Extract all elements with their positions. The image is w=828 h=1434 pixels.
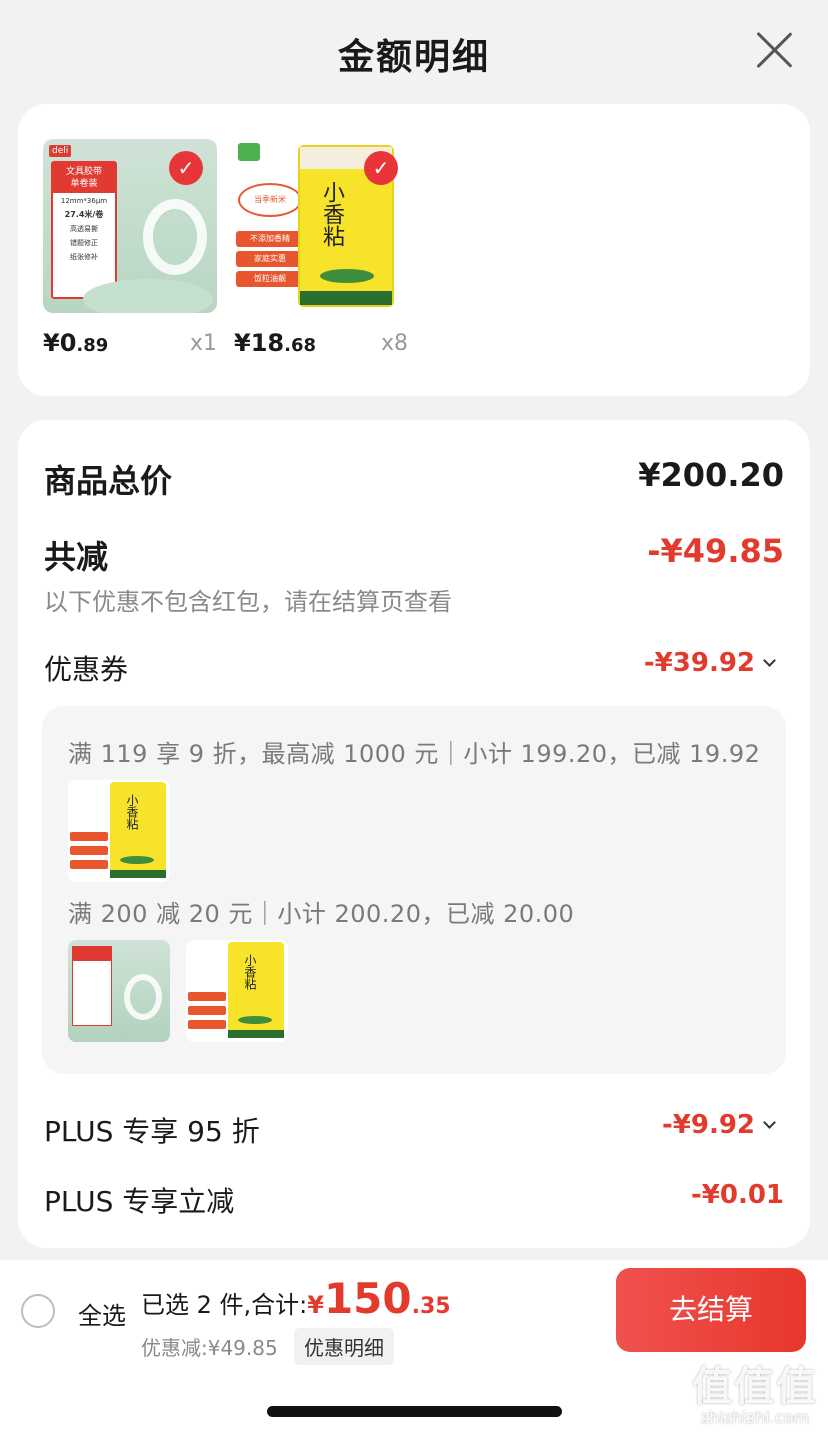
plus95-label: PLUS 专享 95 折 bbox=[44, 1115, 260, 1148]
product-item-rice[interactable]: 当季新米 不添加香精 家庭实惠 饭粒油靓 小香粘 ✓ ¥18.68 x8 bbox=[234, 139, 408, 357]
watermark: 值值值 zhizhizhi.com bbox=[692, 1364, 818, 1427]
product-qty: x8 bbox=[380, 331, 408, 356]
plus-reduce-label: PLUS 专享立减 bbox=[44, 1185, 235, 1218]
coupon-product-tape bbox=[68, 940, 170, 1042]
reduce-label: 共减 bbox=[44, 538, 109, 576]
product-qty: x1 bbox=[189, 331, 217, 356]
green-food-logo bbox=[238, 143, 260, 161]
plus-reduce-value: -¥0.01 bbox=[690, 1180, 784, 1210]
discount-summary: 优惠减:¥49.85 bbox=[141, 1336, 278, 1360]
select-all-checkbox[interactable] bbox=[21, 1294, 55, 1328]
reduce-note: 以下优惠不包含红包，请在结算页查看 bbox=[44, 588, 452, 616]
products-card: deli 文具胶带 单卷装 12mm*36μm 27.4米/卷 高透易撕 错题修正… bbox=[18, 104, 810, 396]
check-icon: ✓ bbox=[364, 151, 398, 185]
checkout-button[interactable]: 去结算 bbox=[616, 1268, 806, 1352]
close-icon[interactable] bbox=[754, 30, 794, 70]
product-image-tape: deli 文具胶带 单卷装 12mm*36μm 27.4米/卷 高透易撕 错题修正… bbox=[43, 139, 217, 313]
price-detail-card: 商品总价 ¥200.20 共减 -¥49.85 以下优惠不包含红包，请在结算页查… bbox=[18, 420, 810, 1248]
total-price-value: ¥200.20 bbox=[638, 456, 784, 494]
coupon-rule: 满 200 减 20 元｜小计 200.20，已减 20.00 bbox=[68, 900, 575, 928]
amount-detail-sheet: 金额明细 deli 文具胶带 单卷装 12mm*36μm 27.4米/卷 高透易撕… bbox=[0, 0, 828, 1260]
plus95-value: -¥9.92 bbox=[662, 1110, 776, 1140]
brand-logo: deli bbox=[49, 145, 72, 157]
chevron-down-icon bbox=[763, 1116, 776, 1129]
product-price: ¥18.68 bbox=[234, 329, 316, 357]
coupon-label: 优惠券 bbox=[44, 653, 129, 686]
coupon-rule: 满 119 享 9 折，最高减 1000 元｜小计 199.20，已减 19.9… bbox=[68, 740, 761, 768]
product-item-tape[interactable]: deli 文具胶带 单卷装 12mm*36μm 27.4米/卷 高透易撕 错题修正… bbox=[43, 139, 217, 357]
select-all-label[interactable]: 全选 bbox=[78, 1296, 126, 1331]
tape-package-label: 文具胶带 单卷装 12mm*36μm 27.4米/卷 高透易撕 错题修正 纸张修补 bbox=[51, 161, 117, 299]
home-indicator bbox=[267, 1406, 562, 1417]
coupon-breakdown: 满 119 享 9 折，最高减 1000 元｜小计 199.20，已减 19.9… bbox=[42, 706, 786, 1074]
total-amount: 150 bbox=[323, 1274, 412, 1323]
coupon-product-rice: 小香粘 bbox=[186, 940, 288, 1042]
sheet-title: 金额明细 bbox=[337, 37, 490, 78]
coupon-product-rice: 小香粘 bbox=[68, 780, 170, 882]
rice-badge: 当季新米 bbox=[238, 183, 302, 217]
total-price-label: 商品总价 bbox=[44, 462, 173, 500]
chevron-down-icon bbox=[763, 654, 776, 667]
coupon-value: -¥39.92 bbox=[644, 648, 776, 678]
product-image-rice: 当季新米 不添加香精 家庭实惠 饭粒油靓 小香粘 ✓ bbox=[234, 139, 408, 313]
discount-detail-button[interactable]: 优惠明细 bbox=[294, 1328, 394, 1365]
tape-roll-graphic bbox=[143, 199, 207, 275]
check-icon: ✓ bbox=[169, 151, 203, 185]
product-price: ¥0.89 bbox=[43, 329, 109, 357]
reduce-value: -¥49.85 bbox=[647, 532, 784, 570]
selected-summary: 已选 2 件,合计:¥150.35 bbox=[141, 1274, 451, 1323]
